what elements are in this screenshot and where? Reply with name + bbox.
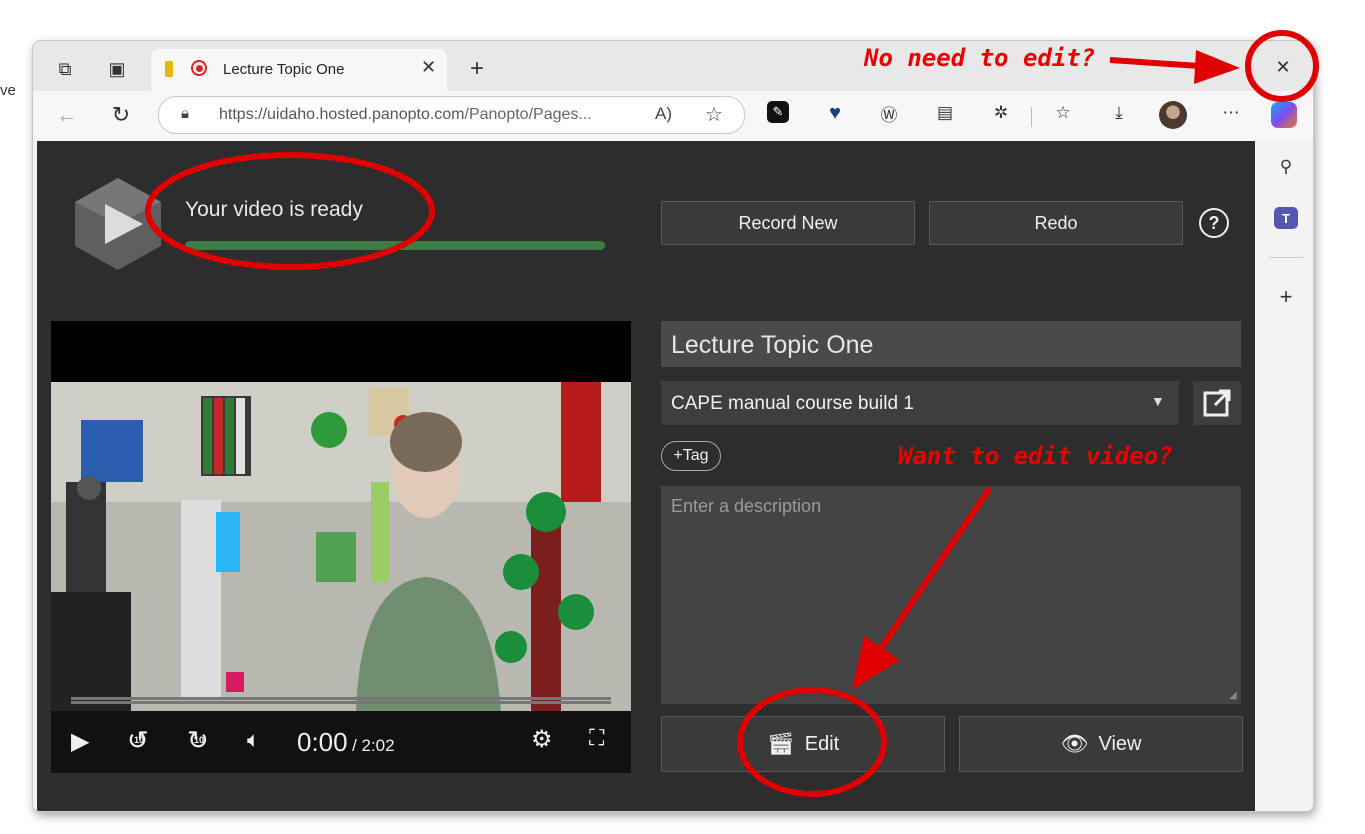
close-callout-text: No need to edit? [864,44,1096,72]
edit-callout-text: Want to edit video? [898,442,1173,470]
annotation-overlay [145,30,1319,797]
arrow-to-edit [852,486,993,690]
highlight-close-circle [1245,30,1319,102]
highlight-edit-ellipse [737,687,887,797]
highlight-status-ellipse [145,152,435,270]
arrow-to-close [1109,50,1240,84]
